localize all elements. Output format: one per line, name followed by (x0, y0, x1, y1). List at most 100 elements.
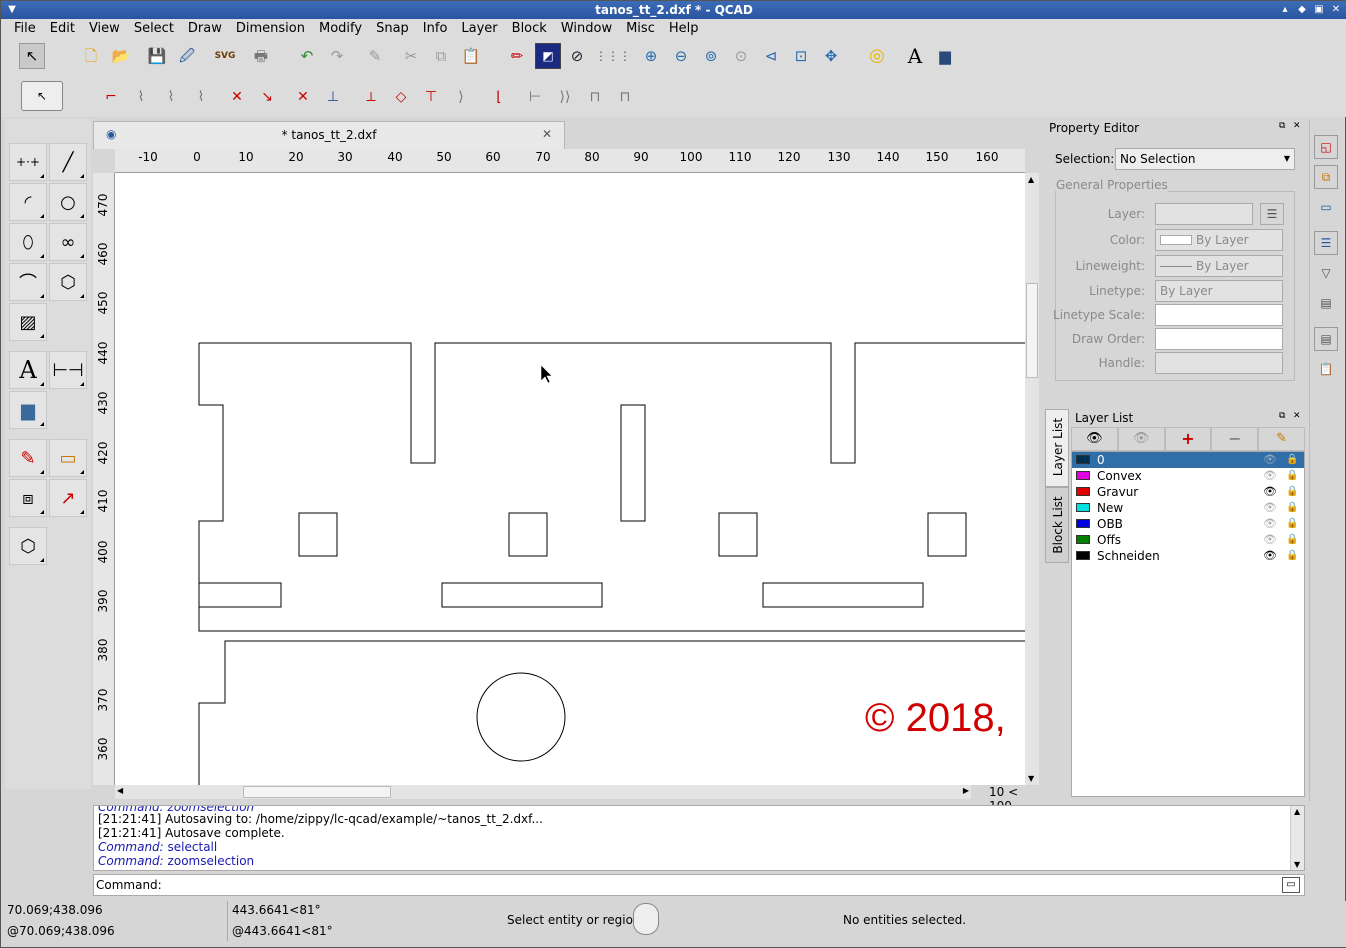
tab-block-list[interactable]: Block List (1045, 487, 1069, 563)
restrict-orthogonal-icon[interactable]: ⊓ (583, 85, 607, 109)
restore-icon[interactable]: ▣ (1312, 3, 1326, 17)
select-pointer-icon[interactable]: ↖ (19, 43, 45, 69)
polyline-tool-icon[interactable]: ⌒ (9, 263, 47, 301)
scroll-left-icon[interactable]: ◀ (117, 786, 123, 795)
snap-distance-icon[interactable]: ⊤ (419, 85, 443, 109)
snap-reference-icon[interactable]: ✕ (291, 85, 315, 109)
eraser-icon[interactable]: ✎ (363, 44, 387, 68)
close-layer-panel-icon[interactable]: ✕ (1293, 411, 1301, 421)
panel-toggle-5-icon[interactable]: ▽ (1314, 261, 1338, 285)
maximize-icon[interactable]: ◆ (1295, 3, 1309, 17)
screen-display-icon[interactable]: ◩ (535, 43, 561, 69)
layer-row[interactable]: OBB 👁 🔒 (1072, 516, 1304, 532)
layer-visibility-icon[interactable]: 👁 (1262, 500, 1278, 516)
redo-icon[interactable]: ↷ (325, 44, 349, 68)
layer-visibility-icon[interactable]: 👁 (1262, 468, 1278, 484)
handle-field[interactable] (1155, 352, 1283, 374)
document-tab[interactable]: ◉ * tanos_tt_2.dxf ✕ (93, 121, 565, 149)
panel-toggle-8-icon[interactable]: 📋 (1314, 357, 1338, 381)
zoom-pan-icon[interactable]: ✥ (819, 44, 843, 68)
add-layer-icon[interactable]: + (1164, 427, 1212, 451)
layer-lock-icon[interactable]: 🔒 (1286, 532, 1298, 548)
history-scroll-up-icon[interactable]: ▲ (1294, 807, 1300, 816)
draft-pencil-icon[interactable]: ✏ (505, 44, 529, 68)
menu-file[interactable]: File (7, 19, 43, 39)
snap-grid-icon[interactable]: ⌇ (129, 85, 153, 109)
ellipse-tool-icon[interactable]: ⬯ (9, 223, 47, 261)
menu-block[interactable]: Block (505, 19, 554, 39)
hide-all-layers-icon[interactable]: 👁 (1117, 427, 1165, 451)
layer-lock-icon[interactable]: 🔒 (1286, 500, 1298, 516)
snap-intersection-icon[interactable]: ↘ (255, 85, 279, 109)
history-scrollbar[interactable]: ▲ ▼ (1290, 806, 1304, 870)
save-as-icon[interactable]: 🖉 (175, 44, 199, 68)
zoom-previous-icon[interactable]: ⊲ (759, 44, 783, 68)
horizontal-scrollbar[interactable]: ◀ ▶ (115, 785, 971, 799)
panel-toggle-4-icon[interactable]: ☰ (1314, 231, 1338, 255)
menu-modify[interactable]: Modify (312, 19, 369, 39)
layer-visibility-icon[interactable]: 👁 (1262, 452, 1278, 468)
close-icon[interactable]: ✕ (1329, 3, 1343, 17)
horizontal-scroll-thumb[interactable] (243, 786, 391, 798)
snap-perpendicular-icon[interactable]: ⊥ (321, 85, 345, 109)
layer-lock-icon[interactable]: 🔒 (1286, 548, 1298, 564)
grid-icon[interactable]: ⋮⋮⋮ (595, 44, 631, 68)
new-file-icon[interactable]: 🗋 (79, 44, 103, 68)
menu-help[interactable]: Help (662, 19, 706, 39)
shape-tool-icon[interactable]: ⬡ (49, 263, 87, 301)
drawing-canvas[interactable]: © 2018, (115, 173, 1025, 785)
vertical-scroll-thumb[interactable] (1026, 283, 1038, 378)
zoom-selection-icon[interactable]: ⊙ (729, 44, 753, 68)
layer-list-icon[interactable]: ☰ (1260, 203, 1284, 225)
lineweight-field[interactable]: By Layer (1155, 255, 1283, 277)
snap-restrict-icon[interactable]: ⌊ (487, 85, 511, 109)
measure-tool-icon[interactable]: ▭ (49, 439, 87, 477)
menu-select[interactable]: Select (127, 19, 181, 39)
edit-layer-icon[interactable]: ✎ (1258, 427, 1305, 451)
layer-row[interactable]: Offs 👁 🔒 (1072, 532, 1304, 548)
open-file-icon[interactable]: 📂 (109, 44, 133, 68)
linetype-field[interactable]: By Layer (1155, 280, 1283, 302)
layer-row[interactable]: Gravur 👁 🔒 (1072, 484, 1304, 500)
menu-info[interactable]: Info (416, 19, 455, 39)
linetype-scale-field[interactable] (1155, 304, 1283, 326)
selection-mode-icon[interactable]: ↖ (21, 81, 63, 111)
panel-toggle-3-icon[interactable]: ▭ (1314, 195, 1338, 219)
snap-tangent-icon[interactable]: ⟂ (359, 85, 383, 109)
command-line[interactable]: Command: ▭ (93, 874, 1305, 896)
scroll-down-icon[interactable]: ▼ (1028, 774, 1034, 783)
float-layer-panel-icon[interactable]: ⧉ (1279, 411, 1285, 421)
zoom-window-icon[interactable]: ⊡ (789, 44, 813, 68)
copy-icon[interactable]: ⧉ (429, 44, 453, 68)
panel-toggle-7-icon[interactable]: ▤ (1314, 327, 1338, 351)
command-window-icon[interactable]: ▭ (1282, 877, 1300, 893)
snap-circle-icon[interactable]: ◎ (865, 44, 889, 68)
panel-toggle-2-icon[interactable]: ⧉ (1314, 165, 1338, 189)
menu-snap[interactable]: Snap (369, 19, 416, 39)
scroll-right-icon[interactable]: ▶ (963, 786, 969, 795)
color-field[interactable]: By Layer (1155, 229, 1283, 251)
restrict-vertical-icon[interactable]: ⟩⟩ (553, 85, 577, 109)
restrict-off-icon[interactable]: ⊓ (613, 85, 637, 109)
layer-visibility-icon[interactable]: 👁 (1262, 516, 1278, 532)
paste-icon[interactable]: 📋 (459, 44, 483, 68)
layer-lock-icon[interactable]: 🔒 (1286, 484, 1298, 500)
layer-visibility-icon[interactable]: 👁 (1262, 484, 1278, 500)
layer-visibility-icon[interactable]: 👁 (1262, 532, 1278, 548)
drafting-tool-icon[interactable]: ✎ (9, 439, 47, 477)
text-tool-icon[interactable]: A (9, 351, 47, 389)
image-tool-icon[interactable]: ▆ (933, 44, 957, 68)
menu-window[interactable]: Window (554, 19, 619, 39)
zoom-in-icon[interactable]: ⊕ (639, 44, 663, 68)
layer-lock-icon[interactable]: 🔒 (1286, 452, 1298, 468)
menu-view[interactable]: View (82, 19, 127, 39)
snap-free-icon[interactable]: ⌐ (99, 85, 123, 109)
remove-layer-icon[interactable]: − (1211, 427, 1259, 451)
hatch-tool-icon[interactable]: ▨ (9, 303, 47, 341)
restrict-horizontal-icon[interactable]: ⊢ (523, 85, 547, 109)
zoom-auto-icon[interactable]: ⊚ (699, 44, 723, 68)
snap-center-icon[interactable]: ✕ (225, 85, 249, 109)
minimize-icon[interactable]: ▴ (1278, 3, 1292, 17)
export-svg-icon[interactable]: SVG (213, 44, 237, 68)
layer-row[interactable]: Convex 👁 🔒 (1072, 468, 1304, 484)
